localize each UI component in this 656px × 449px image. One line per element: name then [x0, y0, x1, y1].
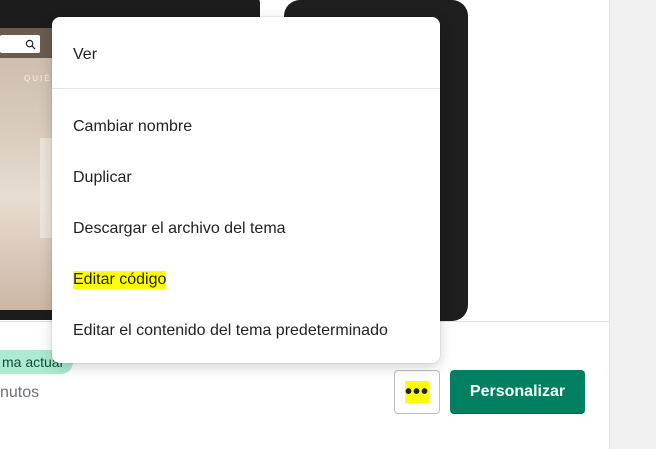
- search-icon: [25, 39, 36, 50]
- theme-saved-time: nutos: [0, 384, 40, 401]
- more-actions-button[interactable]: •••: [394, 370, 440, 414]
- theme-actions-menu: Ver Cambiar nombre Duplicar Descargar el…: [52, 17, 440, 363]
- customize-button[interactable]: Personalizar: [450, 370, 585, 414]
- menu-item-download-theme-file[interactable]: Descargar el archivo del tema: [73, 220, 286, 238]
- menu-item-edit-default-theme-content[interactable]: Editar el contenido del tema predetermin…: [73, 322, 388, 340]
- menu-item-rename[interactable]: Cambiar nombre: [73, 118, 192, 136]
- menu-item-edit-code[interactable]: Editar código: [73, 271, 167, 289]
- menu-item-view[interactable]: Ver: [73, 46, 97, 64]
- menu-item-duplicate[interactable]: Duplicar: [73, 169, 132, 187]
- menu-divider: [52, 88, 440, 89]
- desktop-preview-search: [0, 35, 40, 53]
- more-horizontal-icon: •••: [405, 381, 430, 403]
